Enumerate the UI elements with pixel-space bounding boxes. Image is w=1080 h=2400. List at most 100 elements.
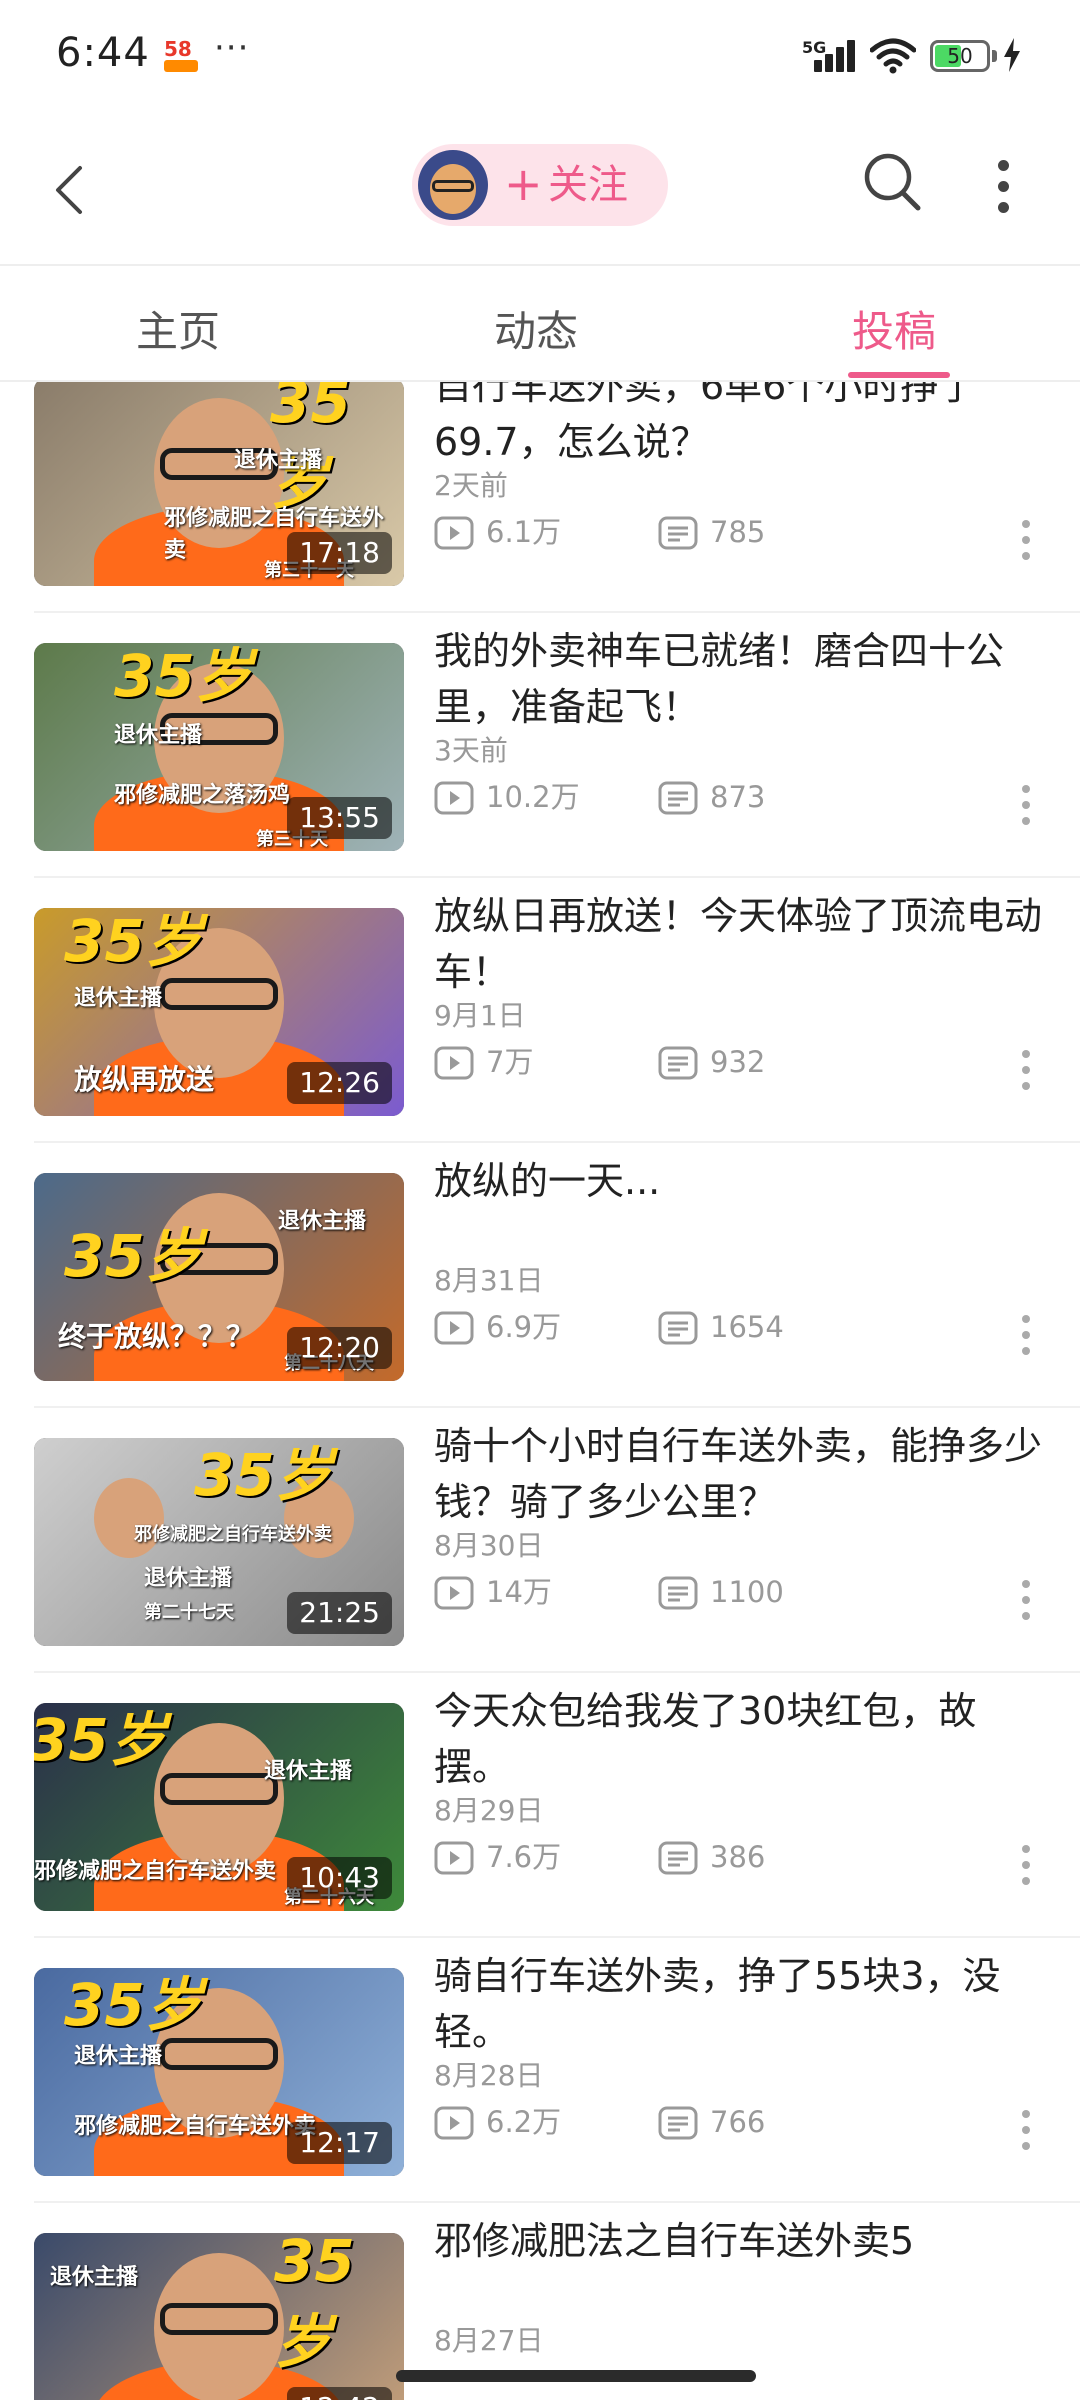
thumb-caption: 邪修减肥之自行车送外卖 <box>34 1859 277 1884</box>
thumb-age-text: 35岁 <box>64 1222 203 1290</box>
battery-level: 50 <box>947 44 973 68</box>
video-duration: 10:43 <box>287 1857 392 1899</box>
video-item[interactable]: 35岁 退休主播 邪修减肥之自行车送外卖 12:17 骑自行车送外卖，挣了55块… <box>0 1938 1080 2203</box>
item-more-icon[interactable] <box>1022 1845 1034 1889</box>
video-item[interactable]: 35岁 退休主播 邪修减肥之自行车送外卖 第三十一天 17:18 自行车送外卖，… <box>0 382 1080 613</box>
play-count-icon <box>434 781 474 815</box>
thumb-caption: 终于放纵？？？ <box>58 1320 255 1353</box>
comment-count-icon <box>658 1841 698 1875</box>
video-title[interactable]: 自行车送外卖，6单6个小时挣了69.7，怎么说？ <box>434 382 1044 470</box>
thumb-age-text: 35岁 <box>114 643 253 710</box>
video-date: 9月1日 <box>434 999 526 1032</box>
video-date: 8月28日 <box>434 2059 544 2092</box>
thumb-age-text: 35岁 <box>64 1971 203 2039</box>
video-thumbnail[interactable]: 35岁 退休主播 邪修减肥之自行车送外卖 第二十七天 21:25 <box>34 1438 404 1646</box>
video-duration: 17:18 <box>287 532 392 574</box>
thumb-sub-text: 退休主播 <box>74 2044 163 2069</box>
play-count-icon <box>434 516 474 550</box>
item-more-icon[interactable] <box>1022 785 1034 829</box>
signal-icon <box>814 40 858 72</box>
play-count-icon <box>434 1576 474 1610</box>
video-date: 2天前 <box>434 469 508 502</box>
play-count-icon <box>434 1841 474 1875</box>
video-list: 35岁 退休主播 邪修减肥之自行车送外卖 第三十一天 17:18 自行车送外卖，… <box>0 382 1080 2400</box>
profile-tabs: 主页 动态 投稿 <box>0 266 1080 382</box>
follow-button[interactable]: + 关注 <box>412 144 668 226</box>
item-more-icon[interactable] <box>1022 2110 1034 2154</box>
video-date: 8月27日 <box>434 2324 544 2357</box>
video-thumbnail[interactable]: 35岁 退休主播 邪修减肥之自行车送外卖 第二十六天 10:43 <box>34 1703 404 1911</box>
thumb-caption: 放纵再放送 <box>74 1063 215 1096</box>
item-more-icon[interactable] <box>1022 1580 1034 1624</box>
video-thumbnail[interactable]: 35岁 退休主播 放纵再放送 12:26 <box>34 908 404 1116</box>
tab-home[interactable]: 主页 <box>136 298 220 359</box>
video-date: 8月29日 <box>434 1794 544 1827</box>
status-bar: 6:44 58 ··· 5G 50 <box>0 0 1080 120</box>
comment-count-value: 1654 <box>710 1310 784 1344</box>
home-indicator[interactable] <box>396 2370 756 2382</box>
play-count-icon <box>434 2106 474 2140</box>
play-count-value: 7万 <box>486 1045 534 1079</box>
video-item[interactable]: 35岁 退休主播 邪修减肥之自行车送外卖 第二十七天 21:25 骑十个小时自行… <box>0 1408 1080 1673</box>
thumb-age-text: 35岁 <box>64 908 203 975</box>
back-arrow-icon[interactable] <box>44 160 94 220</box>
video-item[interactable]: 35岁 退休主播 终于放纵？？？ 第二十八天 12:20 放纵的一天... 8月… <box>0 1143 1080 1408</box>
item-more-icon[interactable] <box>1022 1050 1034 1094</box>
video-title[interactable]: 放纵日再放送！今天体验了顶流电动车！ <box>434 888 1044 1000</box>
play-count-icon <box>434 1046 474 1080</box>
comment-count-value: 932 <box>710 1045 766 1079</box>
video-title[interactable]: 今天众包给我发了30块红包，故摆。 <box>434 1683 1044 1795</box>
comment-count-icon <box>658 1046 698 1080</box>
item-more-icon[interactable] <box>1022 520 1034 564</box>
video-thumbnail[interactable]: 35岁 退休主播 终于放纵？？？ 第二十八天 12:20 <box>34 1173 404 1381</box>
item-more-icon[interactable] <box>1022 1315 1034 1359</box>
video-thumbnail[interactable]: 35岁 退休主播 邪修减肥之落汤鸡 第三十天 13:55 <box>34 643 404 851</box>
play-count-value: 6.1万 <box>486 515 562 549</box>
thumb-age-text: 35岁 <box>274 2233 355 2376</box>
more-vertical-icon[interactable] <box>998 160 1009 213</box>
thumb-sub-text: 退休主播 <box>264 1759 353 1784</box>
active-tab-indicator <box>848 372 950 378</box>
thumb-sub-text: 退休主播 <box>114 723 203 748</box>
thumb-age-text: 35岁 <box>34 1706 167 1774</box>
comment-count-value: 386 <box>710 1840 766 1874</box>
comment-count-icon <box>658 781 698 815</box>
play-count-value: 6.9万 <box>486 1310 562 1344</box>
wifi-icon <box>870 38 916 74</box>
video-item[interactable]: 35岁 退休主播 邪修减肥之自行车送外卖 第二十六天 10:43 今天众包给我发… <box>0 1673 1080 1938</box>
thumb-caption: 邪修减肥之落汤鸡 <box>114 783 291 808</box>
comment-count-value: 785 <box>710 515 766 549</box>
video-date: 3天前 <box>434 734 508 767</box>
video-thumbnail[interactable]: 35岁 退休主播 12:42 <box>34 2233 404 2400</box>
video-title[interactable]: 邪修减肥法之自行车送外卖5 <box>434 2213 1044 2269</box>
video-title[interactable]: 骑十个小时自行车送外卖，能挣多少钱？骑了多少公里？ <box>434 1418 1044 1530</box>
comment-count-icon <box>658 1311 698 1345</box>
comment-count-value: 766 <box>710 2105 766 2139</box>
video-duration: 12:42 <box>287 2387 392 2400</box>
video-title[interactable]: 放纵的一天... <box>434 1153 1044 1209</box>
search-icon[interactable] <box>862 150 924 216</box>
thumb-age-text: 35岁 <box>194 1441 333 1509</box>
video-date: 8月30日 <box>434 1529 544 1562</box>
play-count-icon <box>434 1311 474 1345</box>
thumb-sub-text: 退休主播 <box>50 2265 139 2290</box>
thumb-sub-text: 退休主播 <box>278 1209 367 1234</box>
thumb-day-text: 第二十七天 <box>144 1602 234 1623</box>
follow-label: 关注 <box>548 162 628 208</box>
video-item[interactable]: 35岁 退休主播 邪修减肥之落汤鸡 第三十天 13:55 我的外卖神车已就绪！磨… <box>0 613 1080 878</box>
video-duration: 13:55 <box>287 797 392 839</box>
play-count-value: 7.6万 <box>486 1840 562 1874</box>
comment-count-value: 1100 <box>710 1575 784 1609</box>
play-count-value: 14万 <box>486 1575 552 1609</box>
video-title[interactable]: 骑自行车送外卖，挣了55块3，没轻。 <box>434 1948 1044 2060</box>
video-item[interactable]: 35岁 退休主播 放纵再放送 12:26 放纵日再放送！今天体验了顶流电动车！ … <box>0 878 1080 1143</box>
video-thumbnail[interactable]: 35岁 退休主播 邪修减肥之自行车送外卖 12:17 <box>34 1968 404 2176</box>
thumb-sub-text: 退休主播 <box>234 448 323 473</box>
avatar[interactable] <box>418 150 488 220</box>
video-thumbnail[interactable]: 35岁 退休主播 邪修减肥之自行车送外卖 第三十一天 17:18 <box>34 382 404 586</box>
tab-dynamic[interactable]: 动态 <box>494 298 578 359</box>
tab-posts[interactable]: 投稿 <box>852 298 936 359</box>
comment-count-icon <box>658 516 698 550</box>
thumb-caption: 邪修减肥之自行车送外卖 <box>74 2114 317 2139</box>
video-title[interactable]: 我的外卖神车已就绪！磨合四十公里，准备起飞！ <box>434 623 1044 735</box>
